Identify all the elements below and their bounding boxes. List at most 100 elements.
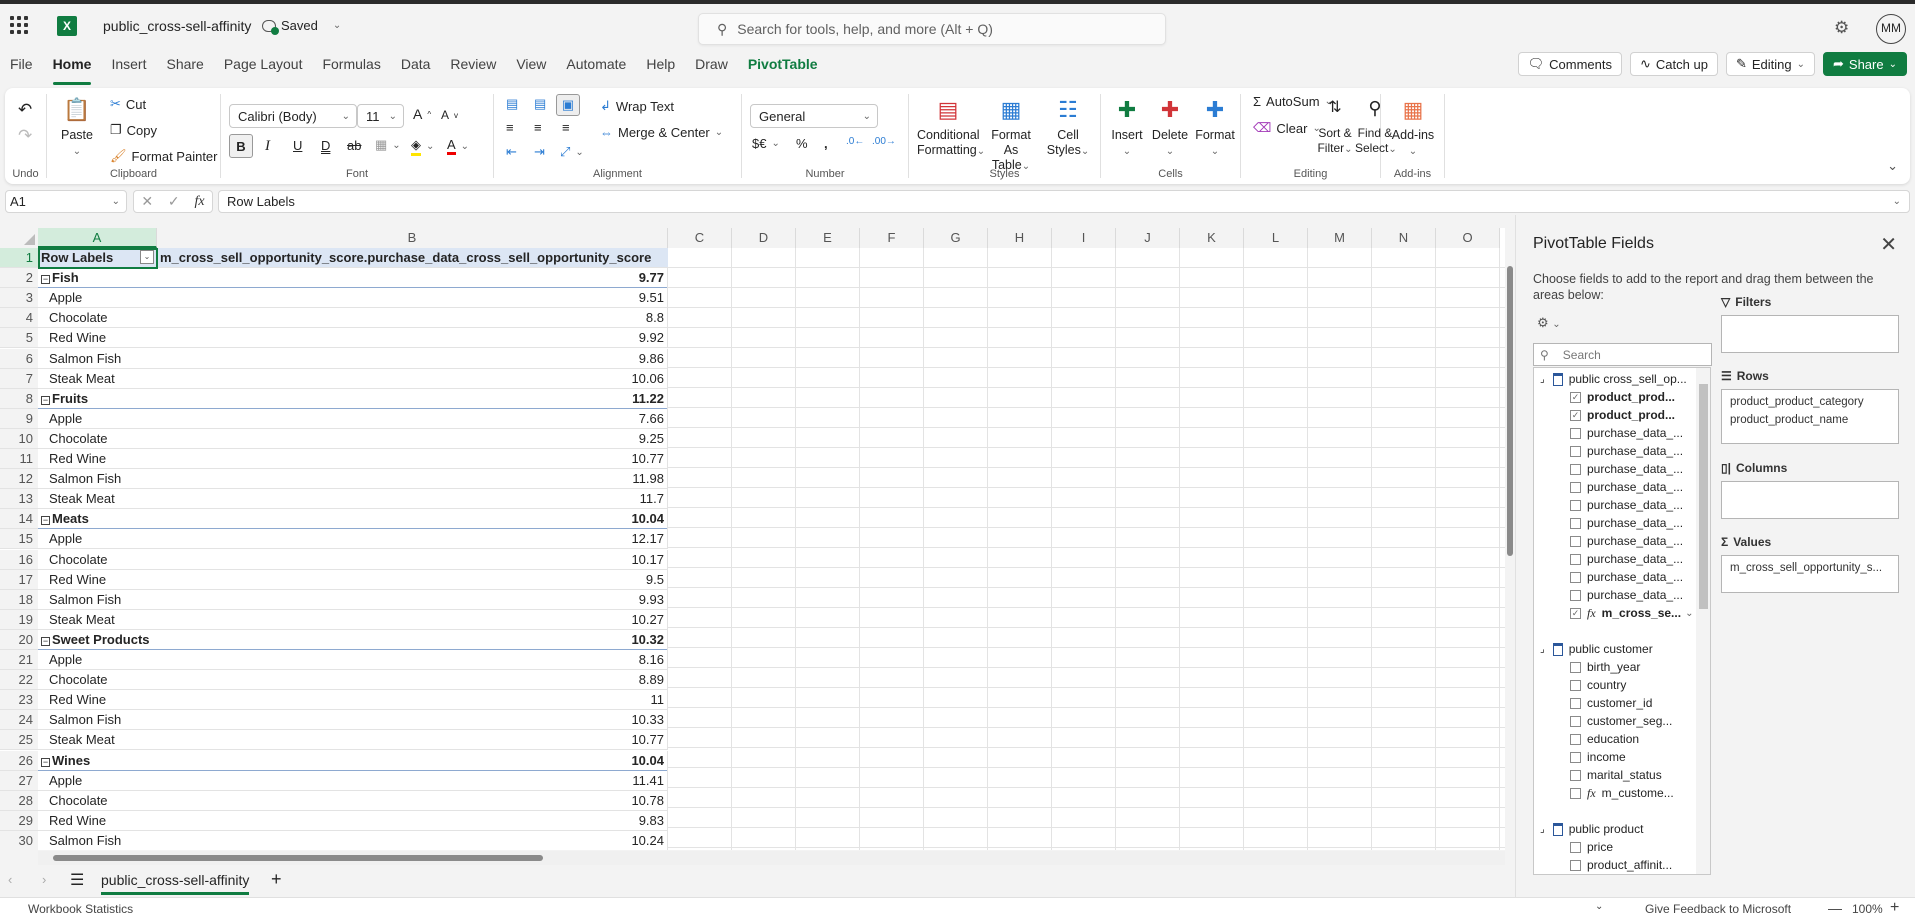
tab-help[interactable]: Help [646,52,675,82]
comma-style-icon[interactable]: , [824,136,828,151]
chevron-down-icon[interactable]: ⌄ [1595,901,1603,912]
addins-button[interactable]: ▦ Add-ins ⌄ [1385,96,1441,159]
field-item[interactable]: purchase_data_... [1570,586,1683,604]
column-header-c[interactable]: C [668,228,732,248]
field-checkbox[interactable] [1570,535,1581,547]
value-cell[interactable]: 9.86 [157,348,668,369]
chevron-down-icon[interactable]: ⌄ [1893,191,1901,212]
rows-field-item[interactable]: product_product_category [1730,393,1890,411]
collapse-icon[interactable]: − [41,395,50,405]
row-label-cell[interactable]: − Wines [38,751,157,771]
row-header[interactable]: 8 [0,388,38,409]
field-checkbox[interactable] [1570,715,1581,727]
tab-page-layout[interactable]: Page Layout [224,52,303,82]
field-table-group[interactable]: ⌟ public cross_sell_op... [1540,370,1687,388]
row-label-cell[interactable]: − Sweet Products [38,630,157,650]
row-header[interactable]: 22 [0,670,38,691]
value-cell[interactable]: 10.06 [157,368,668,389]
insert-function-icon[interactable]: fx [194,194,204,210]
conditional-formatting-button[interactable]: ▤ Conditional Formatting⌄ [917,96,985,159]
row-label-cell[interactable]: − Fruits [38,389,157,409]
field-checkbox[interactable] [1570,733,1581,745]
collapse-icon[interactable]: − [41,516,50,526]
copy-button[interactable]: ❐ Copy [110,122,157,138]
row-header[interactable]: 21 [0,650,38,670]
value-cell[interactable]: 11.98 [157,469,668,490]
sheet-list-icon[interactable]: ☰ [70,870,84,890]
row-header[interactable]: 9 [0,408,38,429]
underline-icon[interactable]: U [293,138,302,153]
paste-button[interactable]: 📋 Paste ⌄ [57,96,97,159]
share-button[interactable]: ➦ Share ⌄ [1823,52,1907,76]
rows-drop-zone[interactable]: product_product_category product_product… [1721,389,1899,444]
row-header[interactable]: 27 [0,770,38,791]
next-sheet-icon[interactable]: › [42,872,46,887]
tab-insert[interactable]: Insert [111,52,146,82]
tab-formulas[interactable]: Formulas [322,52,380,82]
percent-icon[interactable]: % [796,136,808,151]
field-checkbox[interactable] [1570,751,1581,763]
value-cell[interactable]: 10.17 [157,549,668,570]
format-painter-button[interactable]: 🖌 Format Painter [110,148,218,164]
collapse-icon[interactable]: − [41,757,50,767]
field-item[interactable]: purchase_data_... [1570,478,1683,496]
column-header-d[interactable]: D [732,228,796,248]
tab-view[interactable]: View [516,52,546,82]
row-header[interactable]: 13 [0,489,38,510]
italic-icon[interactable]: I [265,138,270,155]
field-item[interactable]: product_affinit... [1570,856,1672,874]
format-cells-button[interactable]: ✚ Format ⌄ [1193,96,1237,159]
row-label-cell[interactable]: Chocolate [38,308,157,328]
decrease-font-size-icon[interactable]: Av [441,108,458,122]
field-item[interactable]: purchase_data_... [1570,550,1683,568]
document-title[interactable]: public_cross-sell-affinity [103,18,251,34]
column-header-n[interactable]: N [1372,228,1436,248]
cell-styles-button[interactable]: ☷ Cell Styles⌄ [1043,96,1093,159]
measure-field-item[interactable]: ✓ fx m_cross_se... ⌄ [1570,604,1693,622]
field-item[interactable]: purchase_data_... [1570,532,1683,550]
tab-home[interactable]: Home [52,52,91,85]
row-label-cell[interactable]: Red Wine [38,570,157,590]
row-header[interactable]: 15 [0,529,38,550]
value-cell[interactable]: 10.32 [157,629,668,650]
value-cell[interactable]: 8.8 [157,308,668,329]
value-cell[interactable]: 10.04 [157,509,668,530]
zoom-level[interactable]: 100% [1852,902,1883,916]
column-header-b[interactable]: B [157,228,668,248]
value-cell[interactable]: 9.25 [157,428,668,449]
zoom-out-icon[interactable]: — [1828,900,1842,916]
bold-icon[interactable]: B [229,134,253,158]
value-cell[interactable]: 10.24 [157,830,668,850]
row-header[interactable]: 25 [0,730,38,751]
column-header-f[interactable]: F [860,228,924,248]
value-cell[interactable]: 9.5 [157,569,668,590]
value-cell[interactable]: 11.22 [157,388,668,409]
row-label-cell[interactable]: Apple [38,409,157,429]
horizontal-scrollbar[interactable] [38,851,1505,865]
prev-sheet-icon[interactable]: ‹ [8,872,12,887]
field-checkbox[interactable] [1570,697,1581,709]
cancel-icon[interactable]: ✕ [141,193,153,210]
columns-drop-zone[interactable] [1721,481,1899,519]
align-right-icon[interactable]: ≡ [562,120,570,135]
value-cell[interactable]: 10.04 [157,750,668,771]
row-label-cell[interactable]: Salmon Fish [38,710,157,730]
field-table-group[interactable]: ⌟ public customer [1540,640,1653,658]
collapse-icon[interactable]: ⌟ [1540,644,1545,655]
field-item[interactable]: purchase_data_... [1570,568,1683,586]
field-checkbox[interactable] [1570,499,1581,511]
values-header-cell[interactable]: m_cross_sell_opportunity_score.purchase_… [157,248,668,268]
row-header[interactable]: 5 [0,328,38,349]
row-label-cell[interactable]: Apple [38,771,157,791]
row-header[interactable]: 26 [0,750,38,771]
field-checkbox[interactable]: ✓ [1570,607,1581,619]
field-checkbox[interactable] [1570,679,1581,691]
row-label-cell[interactable]: Salmon Fish [38,349,157,369]
column-header-a[interactable]: A [38,228,157,248]
row-label-cell[interactable]: Red Wine [38,811,157,831]
increase-font-size-icon[interactable]: A ^ [413,106,431,122]
row-header[interactable]: 23 [0,690,38,711]
measure-field-item[interactable]: fx m_custome... [1570,784,1674,802]
currency-icon[interactable]: $€ ⌄ [752,136,780,151]
font-color-icon[interactable]: A ⌄ [447,137,469,155]
